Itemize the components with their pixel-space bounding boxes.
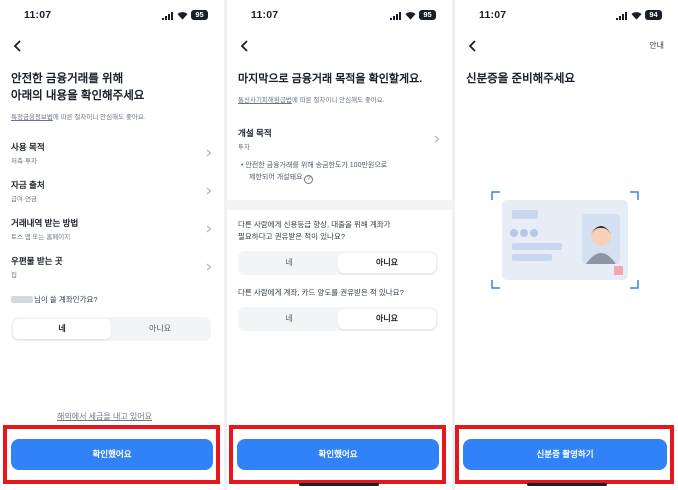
legal-subtitle-text: 에 따른 절차이니 안심해도 좋아요.: [291, 97, 385, 104]
note-text-1: 안전한 금융거래를 위해 송금한도가 100만원으로: [245, 162, 388, 169]
option-no[interactable]: 아니요: [111, 319, 209, 339]
status-time: 11:07: [251, 9, 279, 21]
confirm-button[interactable]: 확인했어요: [237, 439, 439, 470]
option-yes[interactable]: 네: [240, 253, 338, 273]
option-yes[interactable]: 네: [240, 309, 338, 329]
status-time: 11:07: [479, 9, 507, 21]
note-text-2: 제한되어 개설돼요: [249, 174, 303, 181]
chevron-right-icon: [206, 263, 212, 271]
take-id-photo-button[interactable]: 신분증 촬영하기: [463, 439, 667, 470]
home-indicator: [527, 483, 607, 486]
row-opening-purpose[interactable]: 개설 목적 투자: [238, 127, 442, 153]
row-label: 사용 목적: [11, 142, 45, 152]
battery-icon: 95: [191, 10, 208, 20]
row-usage-purpose[interactable]: 사용 목적 저축·투자: [11, 141, 214, 167]
row-mail-address[interactable]: 우편물 받는 곳 집: [11, 255, 214, 281]
title-line-2: 아래의 내용을 확인해주세요: [11, 90, 145, 102]
chevron-right-icon: [206, 149, 212, 157]
own-account-toggle: 네 아니요: [11, 317, 211, 341]
credit-loan-toggle: 네 아니요: [238, 251, 438, 275]
row-value: 저축·투자: [11, 158, 38, 165]
page-title: 안전한 금융거래를 위해 아래의 내용을 확인해주세요: [11, 71, 144, 105]
chevron-right-icon: [206, 187, 212, 195]
chevron-right-icon: [206, 225, 212, 233]
id-card-illustration: [491, 191, 639, 289]
legal-subtitle: 통신사기피해환급법에 따른 절차이니 안심해도 좋아요.: [238, 94, 385, 104]
account-transfer-question: 다른 사람에게 계좌, 카드 양도를 권유받은 적 있나요?: [238, 288, 404, 297]
question-line-1: 다른 사람에게 신용등급 향상, 대출을 위해 계좌가: [238, 220, 391, 229]
row-value: 급여·연금: [11, 196, 38, 203]
overseas-tax-link[interactable]: 해외에서 세금을 내고 있어요: [57, 411, 152, 422]
cellular-signal-icon: [390, 12, 401, 20]
limit-note: • 안전한 금융거래를 위해 송금한도가 100만원으로 제한되어 개설돼요 ?: [241, 160, 387, 184]
title-line-1: 안전한 금융거래를 위해: [11, 73, 124, 85]
screen-id-card: 11:07 94 안내 신분증을 준비해주세요 신분증 촬영하기: [455, 0, 678, 490]
wifi-icon: [631, 12, 642, 20]
row-value: 집: [11, 272, 17, 279]
credit-loan-question: 다른 사람에게 신용등급 향상, 대출을 위해 계좌가 필요하다고 권유받은 적…: [238, 219, 391, 243]
screen-transaction-purpose: 11:07 95 마지막으로 금융거래 목적을 확인할게요. 통신사기피해환급법…: [227, 0, 452, 490]
back-arrow-icon[interactable]: [467, 40, 479, 52]
battery-icon: 94: [645, 10, 662, 20]
legal-link[interactable]: 통신사기피해환급법: [238, 97, 292, 104]
option-no[interactable]: 아니요: [338, 253, 436, 273]
cellular-signal-icon: [616, 12, 627, 20]
legal-link[interactable]: 특정금융정보법: [11, 114, 53, 121]
note-line-1: • 안전한 금융거래를 위해 송금한도가 100만원으로: [241, 162, 388, 169]
note-line-2: 제한되어 개설돼요 ?: [241, 172, 387, 184]
chevron-right-icon: [434, 135, 440, 143]
row-label: 거래내역 받는 방법: [11, 218, 79, 228]
section-divider: [227, 200, 452, 210]
battery-icon: 95: [419, 10, 436, 20]
page-title: 마지막으로 금융거래 목적을 확인할게요.: [238, 73, 423, 85]
confirm-button[interactable]: 확인했어요: [11, 439, 213, 470]
row-value: 토스 앱 또는 홈페이지: [11, 234, 71, 241]
status-bar: 11:07 95: [0, 9, 224, 23]
redacted-name: [11, 296, 33, 303]
row-fund-source[interactable]: 자금 출처 급여·연금: [11, 179, 214, 205]
row-value: 투자: [238, 144, 250, 151]
own-account-question: 님이 쓸 계좌인가요?: [11, 294, 98, 306]
row-label: 개설 목적: [238, 128, 272, 138]
screen-account-info: 11:07 95 안전한 금융거래를 위해 아래의 내용을 확인해주세요 특정금…: [0, 0, 224, 490]
wifi-icon: [177, 12, 188, 20]
row-label: 우편물 받는 곳: [11, 256, 63, 266]
legal-subtitle: 특정금융정보법에 따른 절차이니 안심해도 좋아요.: [11, 111, 146, 121]
question-line-2: 필요하다고 권유받은 적이 있나요?: [238, 232, 346, 241]
option-yes[interactable]: 네: [13, 319, 111, 339]
question-text: 님이 쓸 계좌인가요?: [34, 295, 98, 304]
wifi-icon: [405, 12, 416, 20]
back-arrow-icon[interactable]: [239, 40, 251, 52]
option-no[interactable]: 아니요: [338, 309, 436, 329]
page-title: 신분증을 준비해주세요: [466, 73, 575, 85]
cellular-signal-icon: [162, 12, 173, 20]
row-statement-method[interactable]: 거래내역 받는 방법 토스 앱 또는 홈페이지: [11, 217, 214, 243]
status-bar: 11:07 94: [455, 9, 678, 23]
account-transfer-toggle: 네 아니요: [238, 307, 438, 331]
guide-link[interactable]: 안내: [649, 40, 664, 51]
status-time: 11:07: [24, 9, 52, 21]
back-arrow-icon[interactable]: [12, 40, 24, 52]
help-icon[interactable]: ?: [304, 175, 314, 184]
status-bar: 11:07 95: [227, 9, 452, 23]
legal-subtitle-text: 에 따른 절차이니 안심해도 좋아요.: [52, 114, 146, 121]
home-indicator: [299, 483, 379, 486]
row-label: 자금 출처: [11, 180, 45, 190]
